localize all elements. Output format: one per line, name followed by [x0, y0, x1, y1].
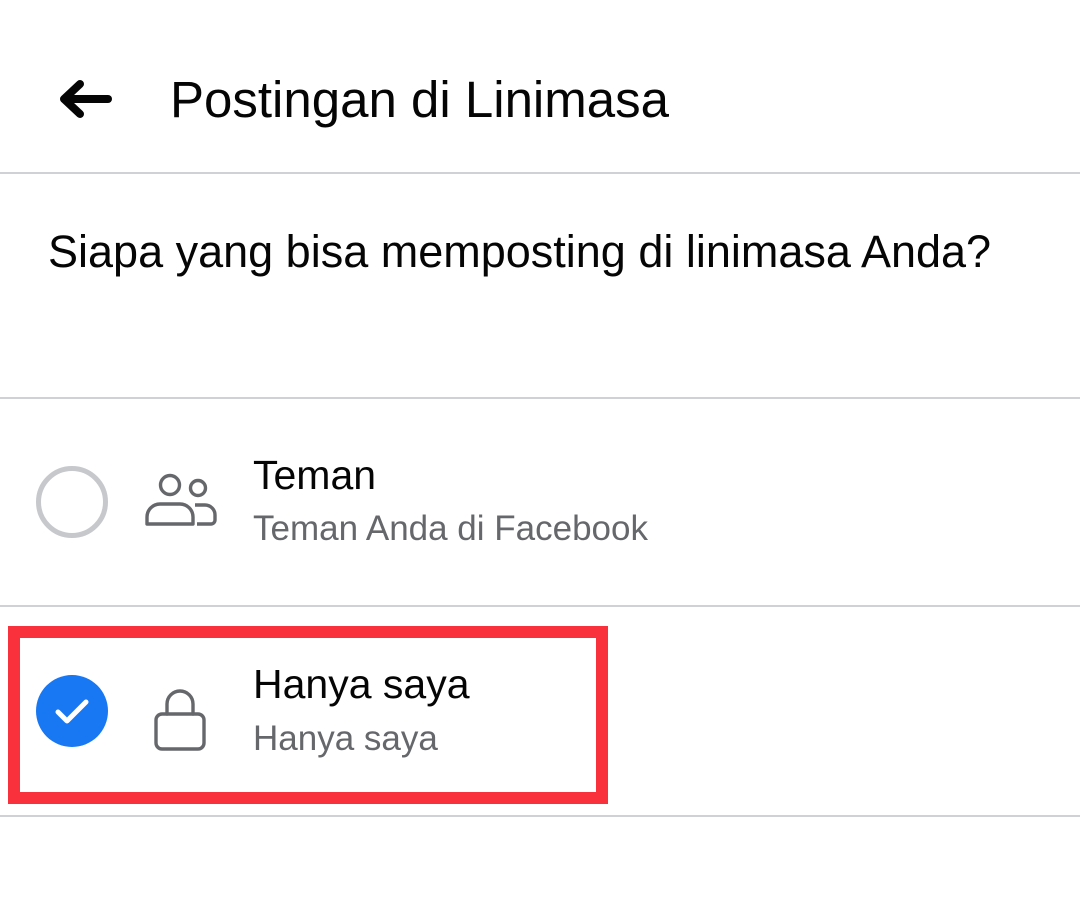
option-friends[interactable]: Teman Teman Anda di Facebook [0, 399, 1080, 607]
top-app-bar: Postingan di Linimasa [0, 0, 1080, 174]
option-title: Hanya saya [253, 661, 470, 707]
checkmark-icon [55, 699, 89, 724]
option-only-me[interactable]: Hanya saya Hanya saya [0, 607, 1080, 817]
page-title: Postingan di Linimasa [170, 71, 669, 128]
radio-button-selected[interactable] [36, 675, 108, 747]
option-title: Teman [253, 452, 377, 498]
radio-button-unselected[interactable] [36, 466, 108, 538]
question-section: Siapa yang bisa memposting di linimasa A… [0, 174, 1080, 399]
question-text: Siapa yang bisa memposting di linimasa A… [48, 226, 992, 277]
back-button[interactable] [46, 66, 122, 132]
arrow-left-icon [60, 80, 112, 118]
friends-icon [138, 459, 222, 543]
lock-icon [138, 677, 222, 761]
post-on-timeline-screen: Postingan di Linimasa Siapa yang bisa me… [0, 0, 1080, 912]
option-subtitle: Hanya saya [253, 719, 438, 758]
option-subtitle: Teman Anda di Facebook [253, 509, 648, 548]
